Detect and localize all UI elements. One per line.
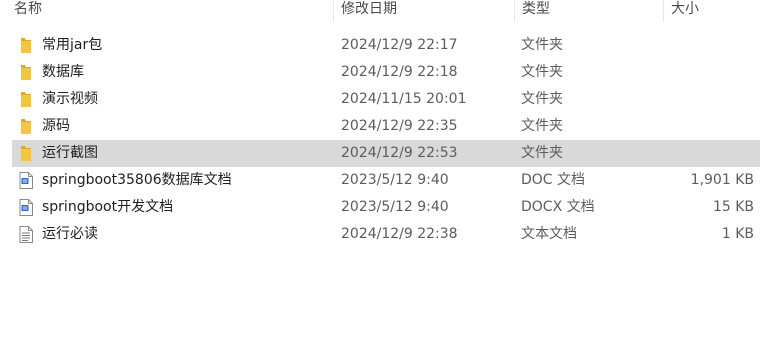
- file-row[interactable]: 运行必读 2024/12/9 22:38 文本文档 1 KB: [12, 221, 760, 248]
- file-size: 1,901 KB: [690, 172, 754, 188]
- folder-icon: [18, 64, 34, 81]
- file-size: 1 KB: [721, 226, 754, 242]
- word-doc-icon: W: [18, 172, 34, 189]
- file-type: 文件夹: [521, 64, 563, 80]
- file-row[interactable]: W springboot35806数据库文档 2023/5/12 9:40 DO…: [12, 167, 760, 194]
- column-header-name[interactable]: 名称: [0, 0, 333, 22]
- folder-icon: [18, 91, 34, 108]
- column-header: 名称 修改日期 类型 大小: [0, 0, 780, 22]
- file-date: 2023/5/12 9:40: [341, 199, 449, 215]
- folder-icon: [18, 118, 34, 135]
- file-date: 2024/11/15 20:01: [341, 91, 467, 107]
- file-type: 文件夹: [521, 91, 563, 107]
- folder-icon: [18, 37, 34, 54]
- folder-icon: [18, 145, 34, 162]
- file-explorer: 名称 修改日期 类型 大小 常用jar包 2024/12/9 22:17 文件夹…: [0, 0, 780, 344]
- file-name: 运行必读: [42, 226, 98, 242]
- file-type: 文本文档: [521, 226, 577, 242]
- file-date: 2024/12/9 22:53: [341, 145, 458, 161]
- file-date: 2024/12/9 22:35: [341, 118, 458, 134]
- file-row[interactable]: W springboot开发文档 2023/5/12 9:40 DOCX 文档 …: [12, 194, 760, 221]
- text-file-icon: [18, 226, 34, 243]
- file-size: 15 KB: [712, 199, 754, 215]
- file-date: 2024/12/9 22:18: [341, 64, 458, 80]
- file-name: 源码: [42, 118, 70, 134]
- file-row[interactable]: 演示视频 2024/11/15 20:01 文件夹: [12, 86, 760, 113]
- file-name: 演示视频: [42, 91, 98, 107]
- file-row[interactable]: 常用jar包 2024/12/9 22:17 文件夹: [12, 32, 760, 59]
- file-name: 常用jar包: [42, 37, 103, 53]
- file-name: 运行截图: [42, 145, 98, 161]
- file-type: 文件夹: [521, 145, 563, 161]
- file-list: 常用jar包 2024/12/9 22:17 文件夹 数据库 2024/12/9…: [12, 32, 760, 248]
- file-name: springboot开发文档: [42, 199, 174, 215]
- file-date: 2024/12/9 22:38: [341, 226, 458, 242]
- file-row[interactable]: 运行截图 2024/12/9 22:53 文件夹: [12, 140, 760, 167]
- column-header-date[interactable]: 修改日期: [333, 0, 514, 22]
- file-date: 2023/5/12 9:40: [341, 172, 449, 188]
- svg-text:W: W: [23, 206, 28, 212]
- column-header-size[interactable]: 大小: [663, 0, 780, 22]
- file-type: 文件夹: [521, 118, 563, 134]
- file-type: 文件夹: [521, 37, 563, 53]
- file-date: 2024/12/9 22:17: [341, 37, 458, 53]
- file-row[interactable]: 源码 2024/12/9 22:35 文件夹: [12, 113, 760, 140]
- file-type: DOC 文档: [521, 172, 586, 188]
- file-type: DOCX 文档: [521, 199, 595, 215]
- column-header-type[interactable]: 类型: [514, 0, 663, 22]
- svg-text:W: W: [23, 179, 28, 185]
- file-name: 数据库: [42, 64, 84, 80]
- file-row[interactable]: 数据库 2024/12/9 22:18 文件夹: [12, 59, 760, 86]
- file-name: springboot35806数据库文档: [42, 172, 232, 188]
- word-doc-icon: W: [18, 199, 34, 216]
